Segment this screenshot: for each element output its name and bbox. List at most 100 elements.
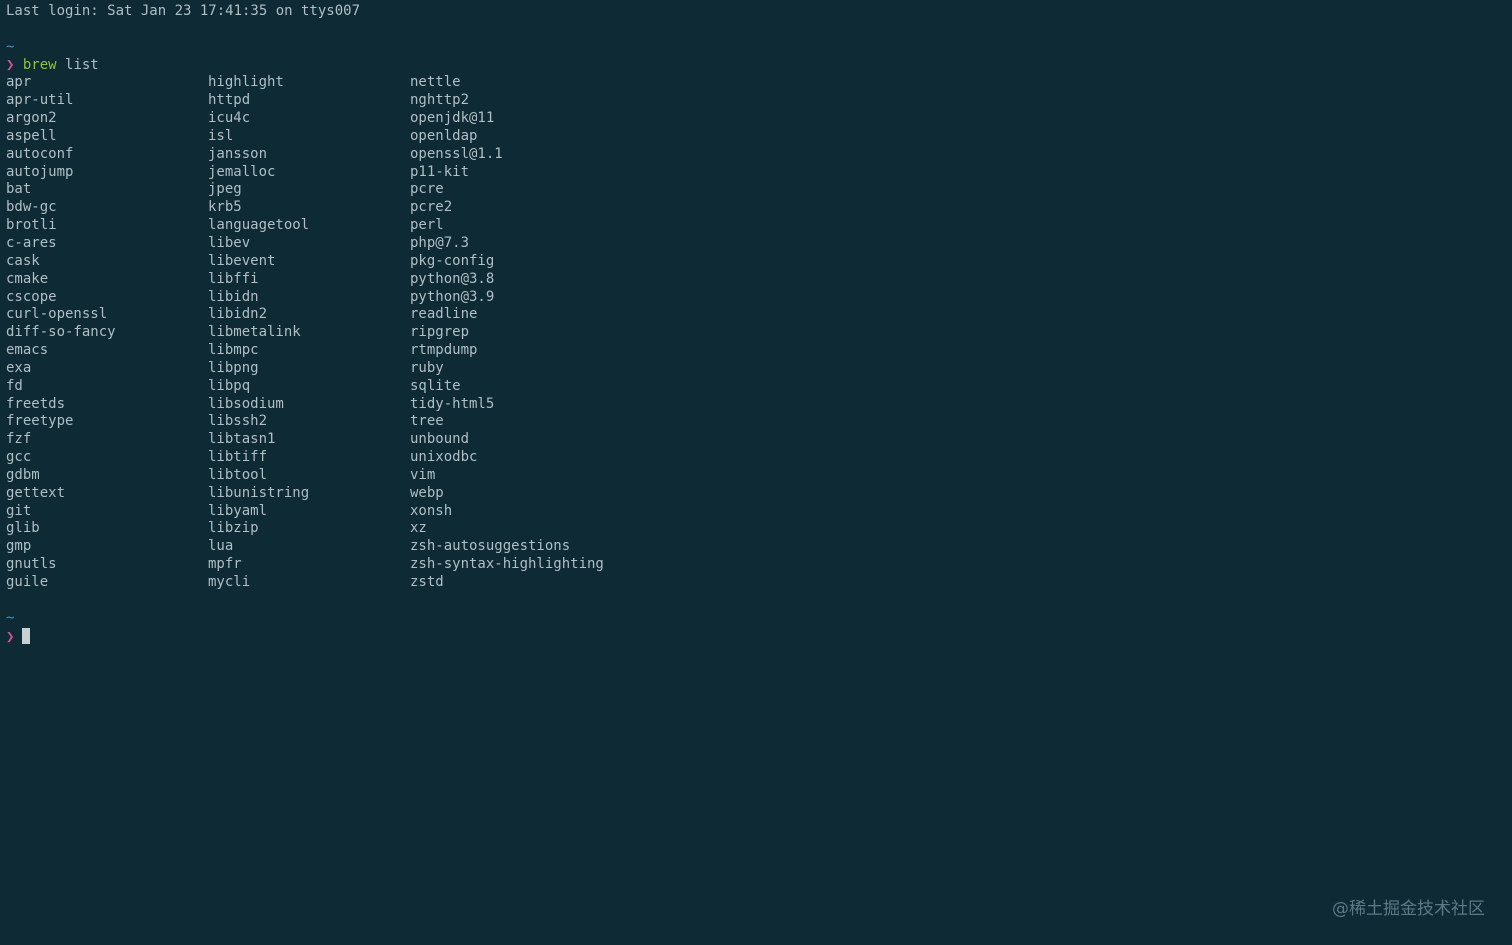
package-item: apr [6,74,32,91]
package-item: c-ares [6,234,57,251]
package-item: libzip [208,520,259,537]
package-item: gdbm [6,466,40,483]
package-item: libidn2 [208,306,268,323]
package-item: xonsh [410,502,453,519]
package-item: libyaml [208,502,268,519]
package-item: libevent [208,252,276,269]
package-item: nghttp2 [410,92,470,109]
package-item: pkg-config [410,252,495,269]
package-item: zsh-autosuggestions [410,538,571,555]
package-item: unixodbc [410,449,478,466]
output-column-3: nettle nghttp2 openjdk@11 openldap openssl@1… [410,74,612,591]
package-item: openssl@1.1 [410,145,503,162]
package-item: ruby [410,359,444,376]
command-line: ❯ brew list [6,57,1512,75]
package-item: perl [410,217,444,234]
package-item: openjdk@11 [410,110,495,127]
package-item: gmp [6,538,32,555]
package-item: highlight [208,74,284,91]
package-item: zstd [410,574,444,590]
package-item: fzf [6,431,32,448]
package-item: libsodium [208,395,284,412]
package-item: p11-kit [410,163,470,180]
package-item: freetds [6,395,66,412]
package-item: tidy-html5 [410,395,495,412]
package-item: gcc [6,449,32,466]
watermark: @稀土掘金技术社区 [1332,899,1485,919]
package-item: libev [208,234,251,251]
package-item: pcre [410,181,444,198]
package-item: unbound [410,431,470,448]
package-item: guile [6,574,49,590]
package-item: libtool [208,466,268,483]
output-column-2: highlight httpd icu4c isl jansson jemalloc jpe… [208,74,410,591]
package-item: lua [208,538,234,555]
package-item: exa [6,359,32,376]
package-item: glib [6,520,40,537]
text-cursor[interactable] [22,627,31,644]
prompt-directory-2: ~ [6,609,15,626]
package-item: sqlite [410,377,461,394]
input-line[interactable]: ❯ [6,627,1512,646]
package-item: mpfr [208,556,242,573]
package-item: fd [6,377,23,394]
package-item: libidn [208,288,259,305]
package-item: readline [410,306,478,323]
package-item: cscope [6,288,57,305]
package-item: pcre2 [410,199,453,216]
package-item: autojump [6,163,74,180]
package-item: zsh-syntax-highlighting [410,556,604,573]
package-item: python@3.9 [410,288,495,305]
package-item: gettext [6,484,66,501]
package-item: isl [208,127,234,144]
command-args: list [56,56,99,73]
package-item: httpd [208,92,251,109]
command-name: brew [22,56,57,73]
package-item: xz [410,520,427,537]
package-item: git [6,502,32,519]
package-item: icu4c [208,110,251,127]
package-item: aspell [6,127,57,144]
package-item: apr-util [6,92,74,109]
prompt-arrow-icon: ❯ [6,56,15,73]
package-item: brotli [6,217,57,234]
prompt-arrow-icon: ❯ [6,628,15,645]
package-item: nettle [410,74,461,91]
package-item: gnutls [6,556,57,573]
package-item: libunistring [208,484,310,501]
package-item: languagetool [208,217,310,234]
package-item: libffi [208,270,259,287]
package-item: jemalloc [208,163,276,180]
package-item: webp [410,484,444,501]
brew-list-output: apr apr-util argon2 aspell autoconf autojump b… [6,74,1512,591]
package-item: php@7.3 [410,234,470,251]
package-item: krb5 [208,199,242,216]
package-item: mycli [208,574,251,590]
package-item: libssh2 [208,413,268,430]
package-item: rtmpdump [410,342,478,359]
package-item: emacs [6,342,49,359]
package-item: python@3.8 [410,270,495,287]
package-item: cmake [6,270,49,287]
last-login-line: Last login: Sat Jan 23 17:41:35 on ttys0… [6,3,361,19]
package-item: ripgrep [410,324,470,341]
package-item: cask [6,252,40,269]
output-column-1: apr apr-util argon2 aspell autoconf autojump b… [6,74,208,591]
package-item: bdw-gc [6,199,57,216]
package-item: openldap [410,127,478,144]
package-item: libtiff [208,449,268,466]
package-item: vim [410,466,436,483]
package-item: autoconf [6,145,74,162]
terminal-window[interactable]: Last login: Sat Jan 23 17:41:35 on ttys0… [6,3,1512,945]
package-item: libpq [208,377,251,394]
package-item: freetype [6,413,74,430]
package-item: jpeg [208,181,242,198]
package-item: libpng [208,359,259,376]
package-item: jansson [208,145,268,162]
prompt-directory: ~ [6,38,15,55]
package-item: curl-openssl [6,306,108,323]
package-item: bat [6,181,32,198]
package-item: diff-so-fancy [6,324,116,341]
